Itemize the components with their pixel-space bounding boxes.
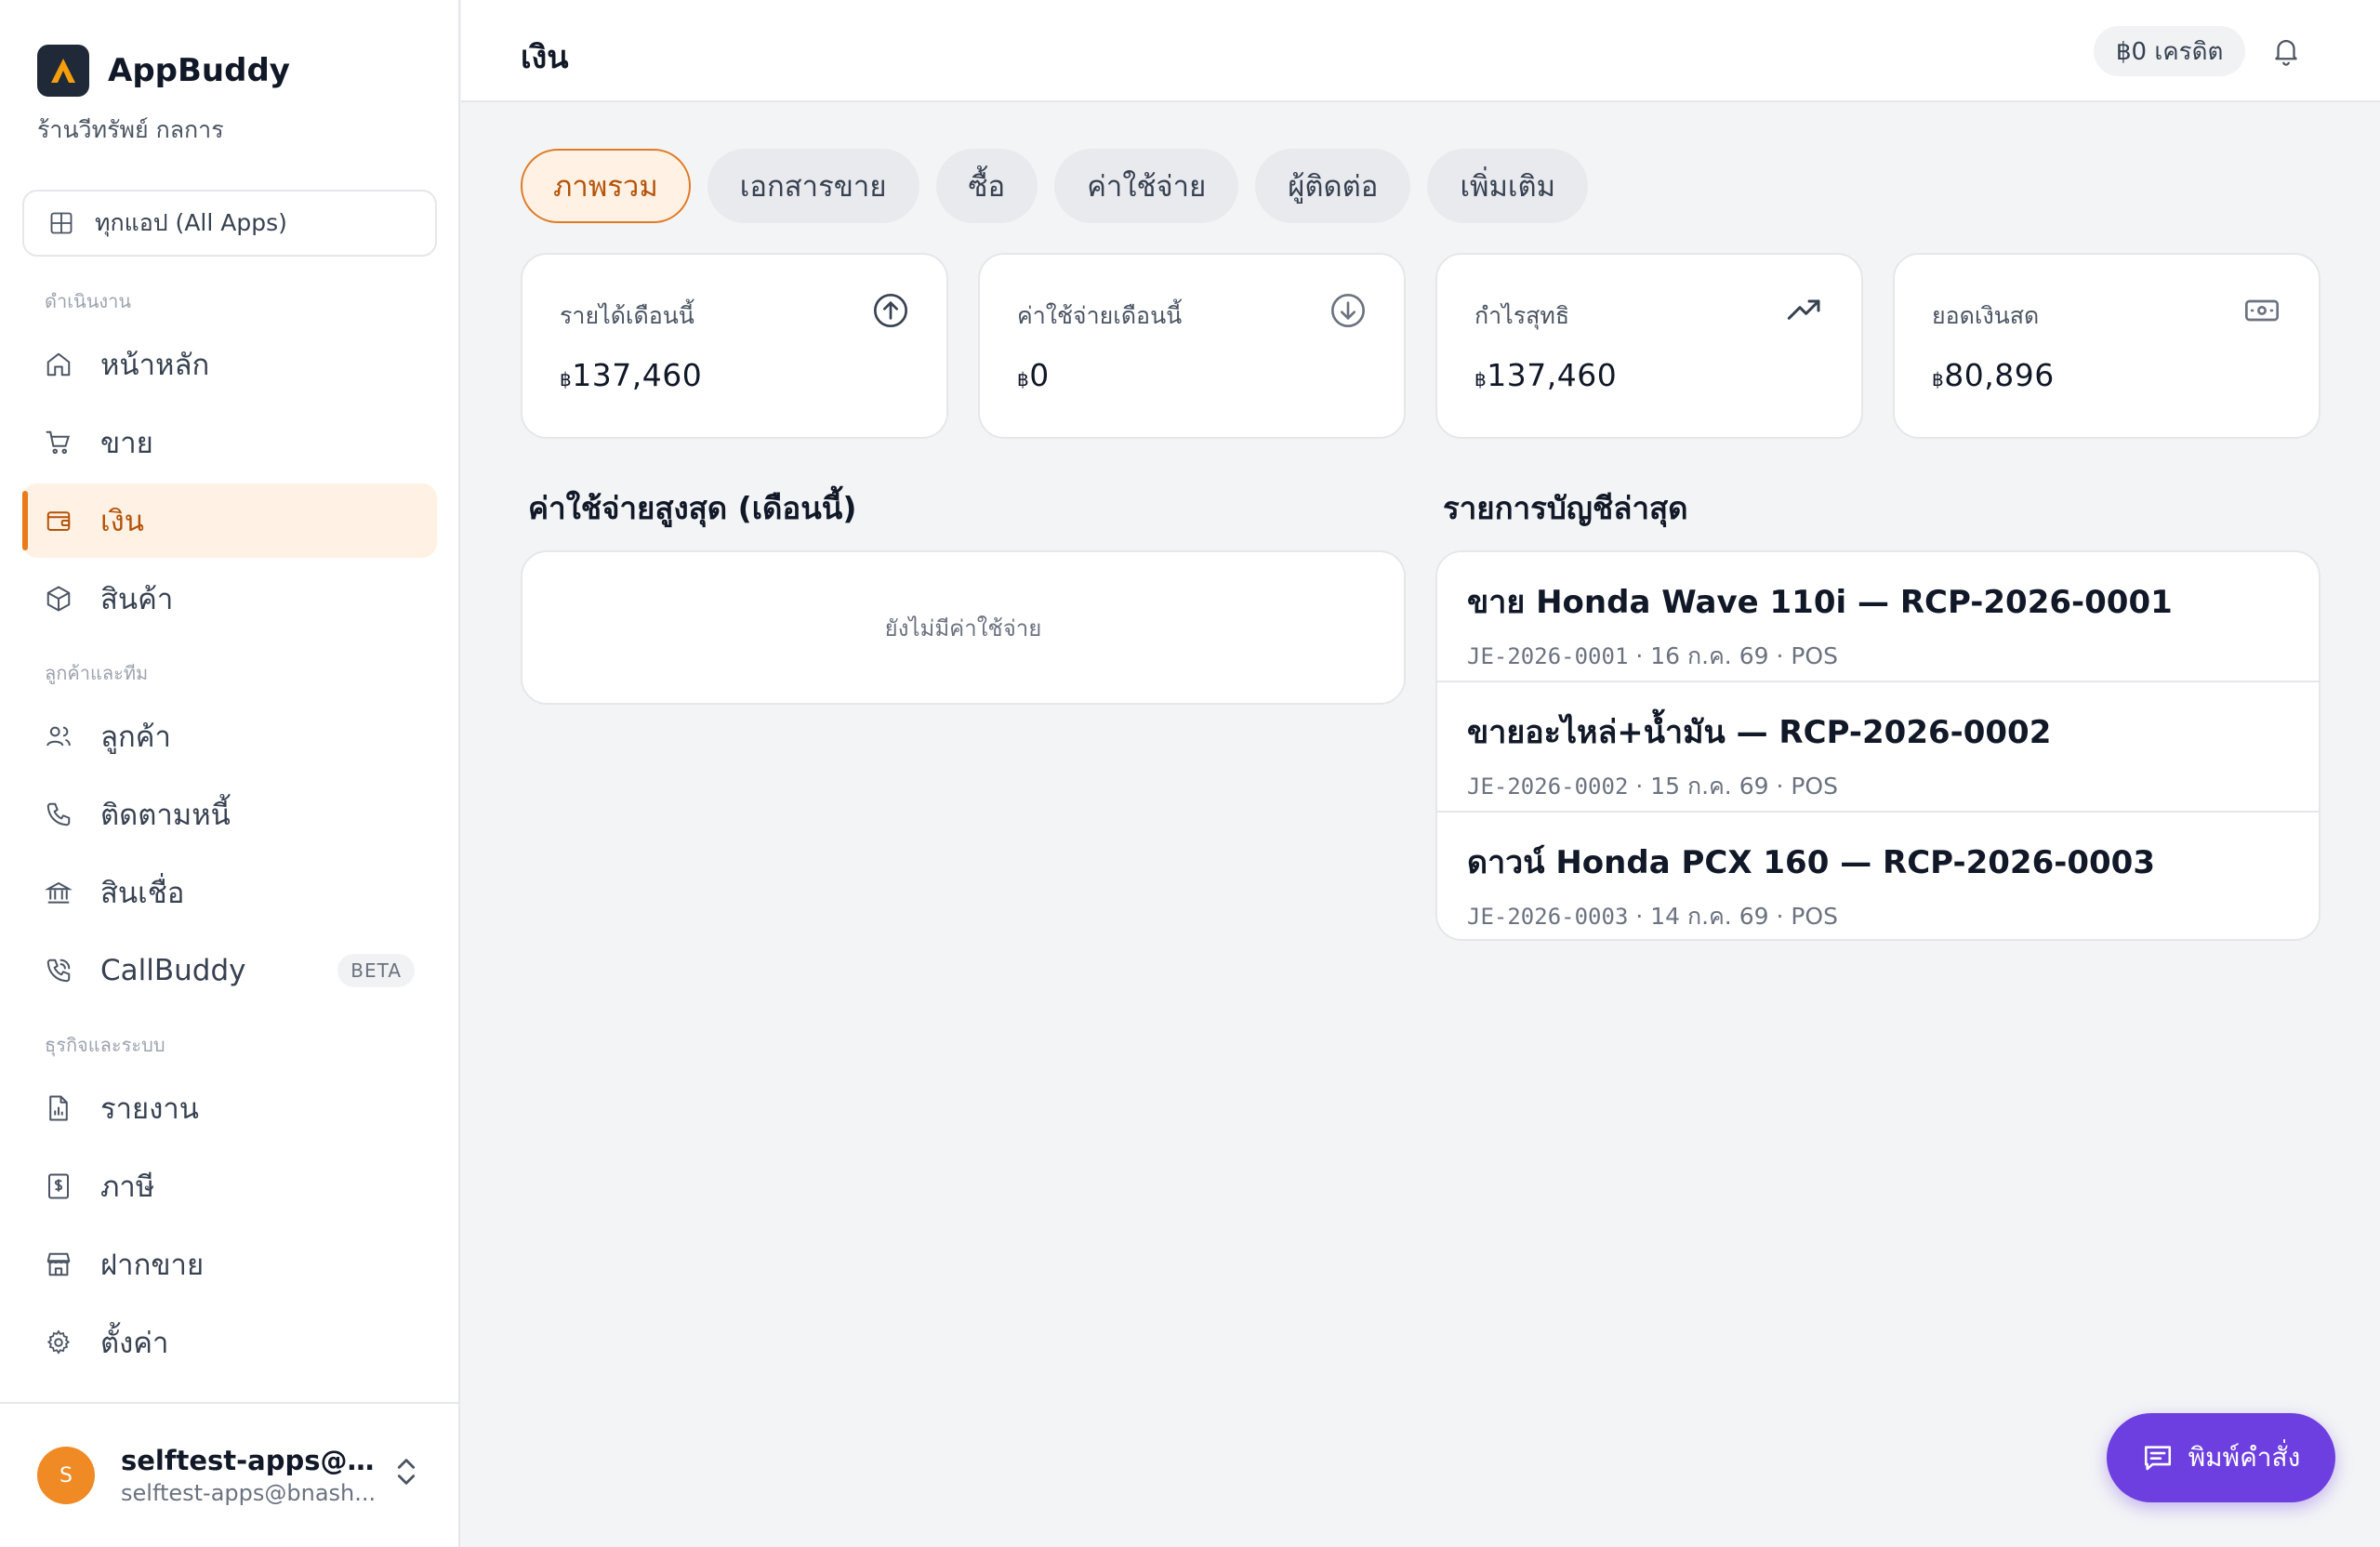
list-item[interactable]: ดาวน์ Honda PCX 160 — RCP-2026-0003 JE-2…: [1437, 813, 2319, 939]
sidebar-item-label: CallBuddy: [100, 954, 246, 987]
message-square-icon: [2142, 1442, 2174, 1474]
sidebar-item-debt-tracking[interactable]: ติดตามหนี้: [22, 777, 437, 852]
kpi-value: ฿137,460: [560, 357, 703, 393]
beta-badge: BETA: [337, 954, 415, 987]
banknote-icon: [2242, 292, 2281, 329]
user-email: selftest-apps@bnash...: [121, 1480, 377, 1506]
store-name: ร้านวีทรัพย์ กลการ: [37, 116, 224, 143]
wallet-icon: [45, 507, 73, 535]
sidebar-item-label: สินเชื่อ: [100, 877, 185, 910]
grid-icon: [48, 210, 74, 236]
sidebar-item-callbuddy[interactable]: CallBuddy BETA: [22, 933, 437, 1008]
section-label-business-system: ธุรกิจและระบบ: [45, 1034, 165, 1056]
kpi-value: ฿0: [1017, 357, 1050, 393]
box-icon: [45, 585, 73, 613]
sidebar-item-consignment[interactable]: ฝากขาย: [22, 1227, 437, 1302]
brand[interactable]: AppBuddy: [37, 45, 290, 97]
user-name: selftest-apps@bn...: [121, 1445, 381, 1476]
sidebar-item-label: ภาษี: [100, 1170, 155, 1204]
kpi-label: ยอดเงินสด: [1932, 302, 2040, 329]
bell-icon[interactable]: [2270, 33, 2302, 67]
tab-contacts[interactable]: ผู้ติดต่อ: [1255, 149, 1411, 223]
command-button-label: พิมพ์คำสั่ง: [2188, 1442, 2301, 1473]
sidebar-item-home[interactable]: หน้าหลัก: [22, 327, 437, 402]
list-item[interactable]: ขายอะไหล่+น้ำมัน — RCP-2026-0002 JE-2026…: [1437, 682, 2319, 813]
entry-title: ขายอะไหล่+น้ำมัน — RCP-2026-0002: [1467, 714, 2052, 751]
tab-overview[interactable]: ภาพรวม: [521, 149, 691, 223]
credit-badge[interactable]: ฿0 เครดิต: [2094, 26, 2246, 76]
tab-purchases[interactable]: ซื้อ: [935, 149, 1038, 223]
section-label-operations: ดำเนินงาน: [45, 290, 132, 312]
sidebar-item-reports[interactable]: รายงาน: [22, 1071, 437, 1145]
chevron-up-down-icon[interactable]: [394, 1456, 418, 1488]
page-title: เงิน: [521, 39, 569, 76]
all-apps-label: ทุกแอป (All Apps): [95, 209, 287, 236]
money-tabs: ภาพรวม เอกสารขาย ซื้อ ค่าใช้จ่าย ผู้ติดต…: [521, 149, 1605, 223]
sidebar-item-money[interactable]: เงิน: [22, 483, 437, 558]
entry-title: ดาวน์ Honda PCX 160 — RCP-2026-0003: [1467, 844, 2155, 881]
entry-title: ขาย Honda Wave 110i — RCP-2026-0001: [1467, 584, 2173, 621]
top-expenses-card: ยังไม่มีค่าใช้จ่าย: [521, 550, 1406, 705]
sidebar-item-sales[interactable]: ขาย: [22, 405, 437, 480]
sidebar-item-label: ขาย: [100, 427, 153, 460]
sidebar-item-tax[interactable]: ภาษี: [22, 1149, 437, 1223]
sidebar-item-label: ติดตามหนี้: [100, 799, 231, 832]
appbuddy-logo-icon: [37, 45, 89, 97]
phone-icon: [45, 800, 73, 828]
kpi-value: ฿137,460: [1474, 357, 1618, 393]
sidebar: AppBuddy ร้านวีทรัพย์ กลการ ทุกแอป (All …: [0, 0, 460, 1547]
brand-name: AppBuddy: [108, 52, 290, 89]
kpi-label: ค่าใช้จ่ายเดือนนี้: [1017, 302, 1183, 329]
avatar: S: [37, 1447, 95, 1504]
kpi-value: ฿80,896: [1932, 357, 2055, 393]
empty-state-text: ยังไม่มีค่าใช้จ่าย: [884, 615, 1042, 641]
arrow-up-circle-icon: [872, 292, 909, 329]
recent-journal-list: ขาย Honda Wave 110i — RCP-2026-0001 JE-2…: [1435, 550, 2320, 941]
phone-call-icon: [45, 957, 73, 985]
list-item[interactable]: ขาย Honda Wave 110i — RCP-2026-0001 JE-2…: [1437, 552, 2319, 682]
command-button[interactable]: พิมพ์คำสั่ง: [2107, 1413, 2335, 1502]
section-label-customers-team: ลูกค้าและทีม: [45, 662, 149, 684]
recent-journal-heading: รายการบัญชีล่าสุด: [1443, 490, 1688, 526]
kpi-label: กำไรสุทธิ: [1474, 302, 1570, 329]
home-icon: [45, 350, 73, 378]
sidebar-item-label: รายงาน: [100, 1092, 199, 1126]
top-expenses-heading: ค่าใช้จ่ายสูงสุด (เดือนนี้): [528, 490, 857, 526]
sidebar-item-label: เงิน: [100, 505, 144, 538]
kpi-card-revenue: รายได้เดือนนี้ ฿137,460: [521, 253, 948, 439]
kpi-card-expenses: ค่าใช้จ่ายเดือนนี้ ฿0: [978, 253, 1406, 439]
kpi-card-cash-balance: ยอดเงินสด ฿80,896: [1893, 253, 2320, 439]
sidebar-item-products[interactable]: สินค้า: [22, 562, 437, 636]
entry-meta: JE-2026-0003 · 14 ก.ค. 69 · POS: [1467, 903, 1838, 930]
kpi-card-net-profit: กำไรสุทธิ ฿137,460: [1435, 253, 1863, 439]
sidebar-item-settings[interactable]: ตั้งค่า: [22, 1305, 437, 1380]
all-apps-button[interactable]: ทุกแอป (All Apps): [22, 190, 437, 257]
tax-icon: [45, 1172, 73, 1200]
sidebar-item-label: ลูกค้า: [100, 721, 171, 754]
sidebar-item-label: หน้าหลัก: [100, 349, 210, 382]
sidebar-item-label: สินค้า: [100, 583, 174, 616]
sidebar-item-customers[interactable]: ลูกค้า: [22, 699, 437, 774]
topbar: เงิน ฿0 เครดิต: [461, 0, 2380, 102]
entry-meta: JE-2026-0002 · 15 ก.ค. 69 · POS: [1467, 773, 1838, 800]
users-icon: [45, 722, 73, 750]
sidebar-item-label: ฝากขาย: [100, 1249, 205, 1282]
sidebar-item-label: ตั้งค่า: [100, 1327, 169, 1360]
kpi-label: รายได้เดือนนี้: [560, 302, 694, 329]
arrow-down-circle-icon: [1329, 292, 1367, 329]
trending-up-icon: [1785, 292, 1824, 329]
tab-sales-documents[interactable]: เอกสารขาย: [707, 149, 919, 223]
gear-icon: [45, 1329, 73, 1356]
sidebar-item-credit[interactable]: สินเชื่อ: [22, 855, 437, 930]
entry-meta: JE-2026-0001 · 16 ก.ค. 69 · POS: [1467, 642, 1838, 669]
user-menu[interactable]: S selftest-apps@bn... selftest-apps@bnas…: [0, 1402, 458, 1547]
report-icon: [45, 1094, 73, 1122]
bank-icon: [45, 879, 73, 906]
store-icon: [45, 1250, 73, 1278]
tab-expenses[interactable]: ค่าใช้จ่าย: [1054, 149, 1239, 223]
cart-icon: [45, 429, 73, 456]
tab-more[interactable]: เพิ่มเติม: [1427, 149, 1589, 223]
